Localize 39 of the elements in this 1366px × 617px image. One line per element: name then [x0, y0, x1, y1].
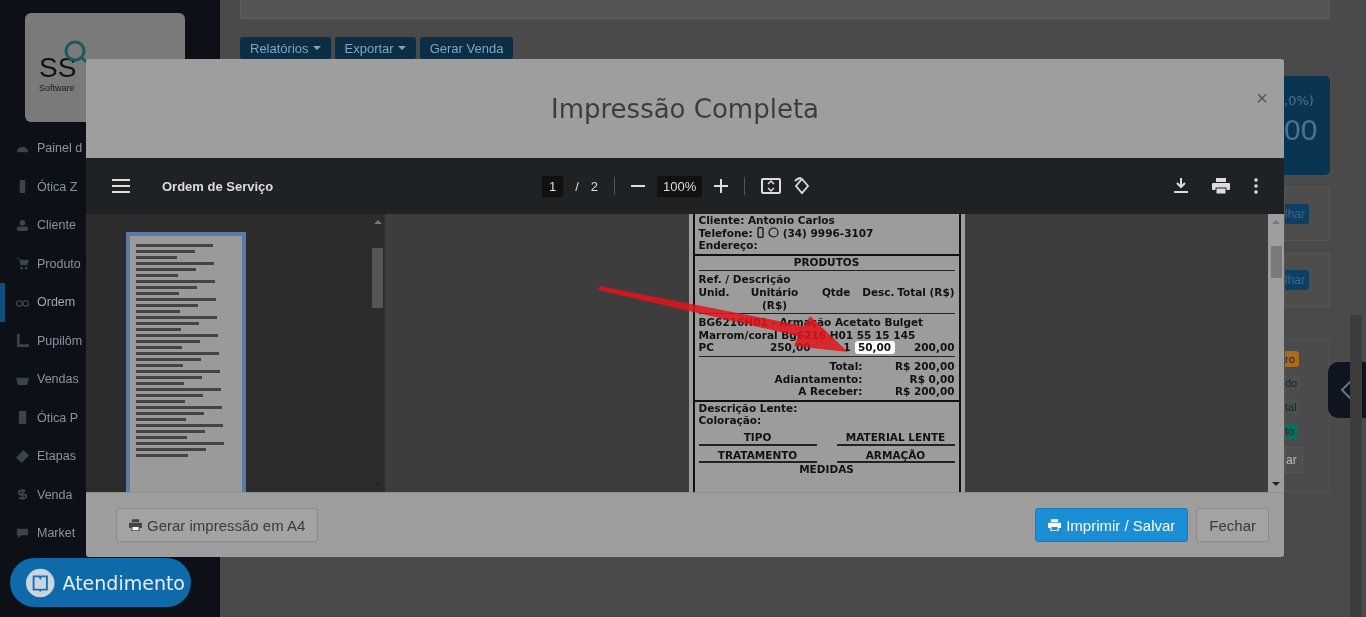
column-header: Unitário (R$)	[749, 285, 800, 312]
page-separator: /	[575, 178, 579, 194]
column-header: Unid.	[698, 285, 731, 300]
table-cell: 50,00	[854, 341, 895, 354]
total-label: A Receber:	[797, 385, 863, 398]
total-value: R$ 0,00	[908, 372, 955, 386]
address-label: Endereço:	[698, 239, 759, 252]
logo-text: SS	[39, 53, 77, 83]
column-header: TRATAMENTO	[698, 448, 817, 464]
stat-percent: ,0%)	[1284, 93, 1315, 108]
stat-value: 00	[1284, 112, 1319, 148]
total-value: R$ 200,00	[893, 385, 955, 398]
table-cell-text: PC	[698, 341, 715, 354]
modal-title: Impressão Completa	[550, 93, 820, 124]
field-label: Descrição Lente:	[698, 401, 799, 415]
total-label: Adiantamento:	[773, 372, 863, 386]
column-header: Desc.	[861, 285, 895, 300]
column-header: ARMAÇÃO	[836, 448, 955, 464]
total-value: R$ 200,00	[893, 359, 955, 373]
table-cell-text: 250,00	[768, 341, 811, 354]
phone-number: (34) 9996-3107	[782, 226, 874, 240]
status-tag: to	[1285, 423, 1299, 439]
logo-tagline: Software	[39, 83, 75, 93]
table-cell-text: 200,00	[912, 341, 955, 354]
status-tag: ro	[1285, 351, 1299, 367]
total-label: Total:	[828, 359, 863, 373]
column-header: TIPO	[698, 430, 817, 446]
column-header: Ref. / Descrição	[698, 273, 792, 286]
client-line: Cliente: Antonio Carlos	[698, 214, 836, 227]
section-heading: PRODUTOS	[698, 255, 955, 272]
column-header: Qtde	[820, 285, 851, 300]
section-heading: MEDIDAS	[798, 463, 855, 476]
phone-label: Telefone:	[698, 226, 753, 240]
column-header: Total (R$)	[896, 285, 955, 300]
field-label: Coloração:	[698, 414, 763, 427]
page-count: 2	[590, 178, 599, 194]
document-title: Ordem de Serviço	[162, 178, 274, 194]
column-header: MATERIAL LENTE	[836, 430, 955, 446]
table-cell-text: 1	[842, 341, 851, 354]
